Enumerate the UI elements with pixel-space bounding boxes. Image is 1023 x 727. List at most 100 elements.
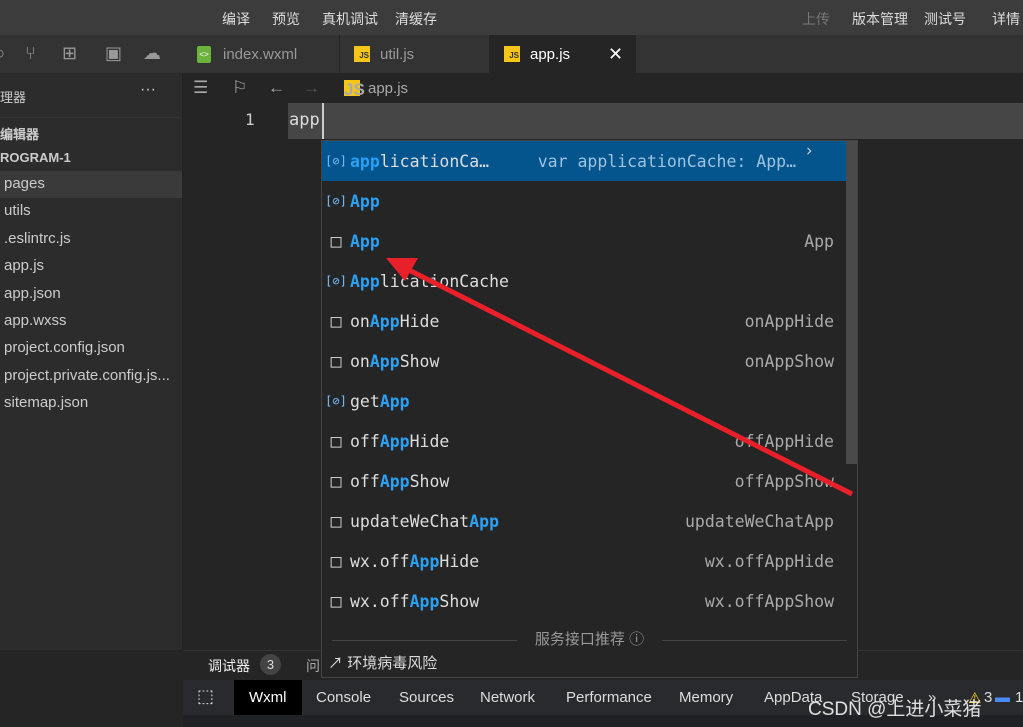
docker-icon[interactable]: ☁ [143,43,161,64]
suggestion-item[interactable]: □ updateWeChatApp updateWeChatApp [322,501,846,541]
variable-icon: [⊘] [325,154,347,168]
project-section[interactable]: ROGRAM-1 [0,144,182,171]
label-pre: App [350,191,380,211]
devtools-tab-console[interactable]: Console [316,689,371,706]
current-line [288,103,1023,139]
clear-cache-button[interactable]: 清缓存 [395,9,437,29]
variable-icon: [⊘] [325,194,347,208]
variable-icon: [⊘] [325,274,347,288]
file-item[interactable]: app.json [0,281,182,308]
suggestion-item[interactable]: [⊘] App [322,181,846,221]
suggestion-item[interactable]: [⊘] applicationCa… var applicationCache: A… [322,141,846,181]
file-item[interactable]: utils [0,198,182,225]
preview-button[interactable]: 预览 [272,9,300,29]
info-icon[interactable]: ⓘ [629,631,644,648]
file-item[interactable]: pages [0,171,182,198]
label-lead: on [350,311,370,331]
label-lead: get [350,391,380,411]
suggestion-label: onAppHide [350,312,439,331]
keyword-icon: □ [330,430,342,452]
devtools-tab-performance[interactable]: Performance [566,689,652,706]
suggestion-item[interactable]: □ wx.offAppHide wx.offAppHide [322,541,846,581]
details-button[interactable]: 详情 [992,9,1020,29]
outline-icon[interactable]: ☰ [193,78,208,98]
tab-debugger[interactable]: 调试器 [208,656,250,682]
breadcrumb-file[interactable]: app.js [368,80,408,97]
suggestion-item[interactable]: [⊘] getApp [322,381,846,421]
info-icon[interactable]: ▬ [995,689,1010,706]
close-icon[interactable]: ✕ [608,44,623,65]
suggestion-detail: onAppShow [744,351,834,371]
forward-icon[interactable]: → [303,78,320,98]
file-item[interactable]: .eslintrc.js [0,226,182,253]
suggestion-item[interactable]: □ offAppHide offAppHide [322,421,846,461]
suggestion-label: getApp [350,392,410,411]
devtools-tab-sources[interactable]: Sources [399,689,454,706]
explorer-sidebar: 理器 ··· 编辑器 ROGRAM-1 pages utils .eslintrc.… [0,73,183,650]
back-icon[interactable]: ← [268,78,285,98]
suggestion-label: applicationCa… [350,152,489,171]
js-file-icon: JS [344,80,365,99]
storage-icon[interactable]: ▣ [105,43,122,64]
compile-button[interactable]: 编译 [222,9,250,29]
js-file-icon: JS [504,46,520,62]
wxml-file-icon: <> [197,45,211,63]
code-text[interactable]: app [289,110,320,130]
service-recommend-footer: 服务接口推荐 ⓘ [322,628,857,652]
editor-tabs: <> index.wxml JS util.js JS app.js ✕ [183,35,1023,73]
git-icon[interactable]: ⑂ [25,43,36,64]
suggestion-label: offAppShow [350,472,449,491]
label-rest: Hide [399,311,440,331]
search-icon[interactable]: ○ [0,43,5,64]
suggestion-scrollbar[interactable] [846,141,857,464]
suggestion-detail: App [804,231,834,251]
remote-debug-button[interactable]: 真机调试 [322,9,378,29]
suggestion-item[interactable]: □ wx.offAppShow wx.offAppShow [322,581,846,621]
external-link-icon: ↗ [328,655,344,672]
devtools-tab-network[interactable]: Network [480,689,535,706]
keyword-icon: □ [330,230,342,252]
suggestion-label: onAppShow [350,352,439,371]
keyword-icon: □ [330,550,342,572]
label-rest: Hide [409,431,450,451]
suggestion-item[interactable]: □ offAppShow offAppShow [322,461,846,501]
file-item[interactable]: app.wxss [0,308,182,335]
suggestion-detail: offAppShow [734,471,834,491]
file-item[interactable]: app.js [0,253,182,280]
test-account-button[interactable]: 测试号 [924,9,966,29]
upload-button[interactable]: 上传 [802,9,830,29]
tab-app-js[interactable]: JS app.js ✕ [490,35,636,73]
inspect-icon[interactable]: ⬚ [197,686,214,707]
bookmark-icon[interactable]: ⚐ [232,78,247,98]
variable-icon: [⊘] [325,394,347,408]
env-risk-link[interactable]: ↗ 环境病毒风险 [328,655,437,673]
suggestion-label: App [350,232,380,251]
label-pre: App [409,591,440,611]
line-number: 1 [245,110,255,129]
file-item[interactable]: sitemap.json [0,390,182,417]
extensions-icon[interactable]: ⊞ [62,43,77,64]
more-icon[interactable]: ··· [140,81,156,99]
label-pre: App [369,311,400,331]
tab-util-js[interactable]: JS util.js [340,35,490,73]
suggestion-item[interactable]: □ onAppHide onAppHide [322,301,846,341]
suggestion-item[interactable]: [⊘] ApplicationCache [322,261,846,301]
label-lead: wx.off [350,591,410,611]
suggestion-widget: [⊘] applicationCa… var applicationCache: A… [321,140,858,678]
tab-index-wxml[interactable]: <> index.wxml [183,35,340,73]
label-pre: App [369,351,400,371]
tab-problems[interactable]: 问 [306,656,320,676]
suggestion-item[interactable]: □ App App [322,221,846,261]
version-button[interactable]: 版本管理 [852,9,908,29]
devtools-tab-wxml[interactable]: Wxml [234,680,302,715]
label-lead: wx.off [350,551,410,571]
keyword-icon: □ [330,350,342,372]
open-editors-section[interactable]: 编辑器 [0,117,182,144]
devtools-tab-memory[interactable]: Memory [679,689,733,706]
label-pre: App [350,231,380,251]
suggestion-item[interactable]: □ onAppShow onAppShow [322,341,846,381]
chevron-right-icon[interactable]: › [804,141,814,160]
file-item[interactable]: project.config.json [0,335,182,362]
label-lead: off [350,431,380,451]
file-item[interactable]: project.private.config.js... [0,363,182,390]
